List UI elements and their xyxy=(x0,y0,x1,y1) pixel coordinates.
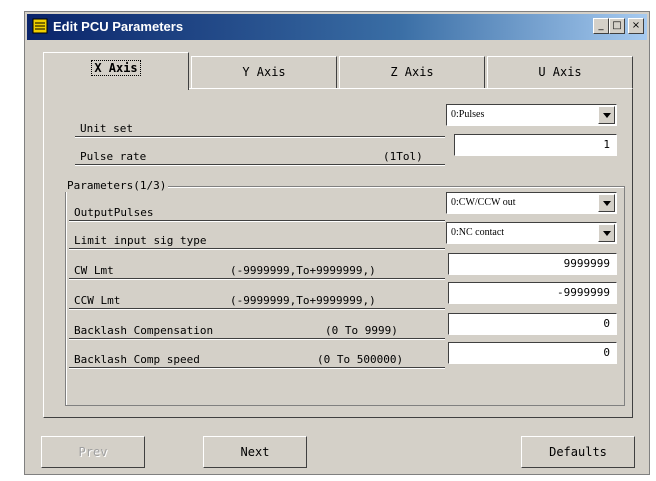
limit-input-label: Limit input sig type xyxy=(74,234,207,247)
next-button[interactable]: Next xyxy=(203,436,307,468)
backlash-input[interactable]: 0 xyxy=(448,313,617,335)
cw-lmt-range: (-9999999,To+9999999,) xyxy=(230,264,376,277)
divider xyxy=(69,308,445,310)
divider xyxy=(69,367,445,369)
backlash-speed-range: (0 To 500000) xyxy=(317,353,404,366)
limit-input-select[interactable]: 0:NC contact xyxy=(446,222,617,244)
divider xyxy=(69,248,445,250)
defaults-button[interactable]: Defaults xyxy=(521,436,635,468)
output-pulses-value: 0:CW/CCW out xyxy=(451,197,516,208)
chevron-down-icon[interactable] xyxy=(598,224,615,242)
divider xyxy=(69,220,445,222)
divider xyxy=(69,338,445,340)
cw-lmt-input[interactable]: 9999999 xyxy=(448,253,617,275)
maximize-button[interactable]: □ xyxy=(609,18,625,34)
maximize-icon: □ xyxy=(612,20,622,31)
divider xyxy=(75,136,445,138)
tab-x-axis[interactable]: X Axis xyxy=(43,52,189,90)
prev-button[interactable]: Prev xyxy=(41,436,145,468)
window-icon xyxy=(32,18,48,34)
limit-input-value: 0:NC contact xyxy=(451,227,505,238)
minimize-button[interactable]: _ xyxy=(593,18,609,34)
output-pulses-select[interactable]: 0:CW/CCW out xyxy=(446,192,617,214)
cw-lmt-label: CW Lmt xyxy=(74,264,114,277)
pulse-rate-input[interactable]: 1 xyxy=(454,134,617,156)
backlash-speed-label: Backlash Comp speed xyxy=(74,353,200,366)
divider xyxy=(69,278,445,280)
tab-label: U Axis xyxy=(538,65,582,79)
tab-z-axis[interactable]: Z Axis xyxy=(339,56,485,88)
pulse-rate-range: (1Tol) xyxy=(383,150,423,163)
chevron-down-icon[interactable] xyxy=(598,194,615,212)
parameters-legend: Parameters(1/3) xyxy=(65,179,169,192)
backlash-speed-input[interactable]: 0 xyxy=(448,342,617,364)
edit-pcu-window: Edit PCU Parameters _ □ × X Axis Y Axis … xyxy=(24,11,650,475)
axis-tabs: X Axis Y Axis Z Axis U Axis xyxy=(43,52,633,90)
title-bar[interactable]: Edit PCU Parameters _ □ × xyxy=(27,14,647,40)
tab-u-axis[interactable]: U Axis xyxy=(487,56,633,88)
ccw-lmt-label: CCW Lmt xyxy=(74,294,121,307)
close-button[interactable]: × xyxy=(628,18,644,34)
chevron-down-icon[interactable] xyxy=(598,106,615,124)
minimize-icon: _ xyxy=(598,20,604,31)
window-title: Edit PCU Parameters xyxy=(53,19,184,34)
backlash-label: Backlash Compensation xyxy=(74,324,214,337)
backlash-range: (0 To 9999) xyxy=(325,324,398,337)
tab-label: Y Axis xyxy=(242,65,286,79)
divider xyxy=(75,164,445,166)
ccw-lmt-range: (-9999999,To+9999999,) xyxy=(230,294,376,307)
tab-y-axis[interactable]: Y Axis xyxy=(191,56,337,88)
pulse-rate-label: Pulse rate xyxy=(80,150,147,163)
unit-set-label: Unit set xyxy=(80,122,133,135)
unit-set-select[interactable]: 0:Pulses xyxy=(446,104,617,126)
unit-set-value: 0:Pulses xyxy=(451,109,485,120)
tab-label: Z Axis xyxy=(390,65,434,79)
close-icon: × xyxy=(631,20,641,31)
tab-label: X Axis xyxy=(91,60,141,76)
output-pulses-label: OutputPulses xyxy=(74,206,154,219)
ccw-lmt-input[interactable]: -9999999 xyxy=(448,282,617,304)
